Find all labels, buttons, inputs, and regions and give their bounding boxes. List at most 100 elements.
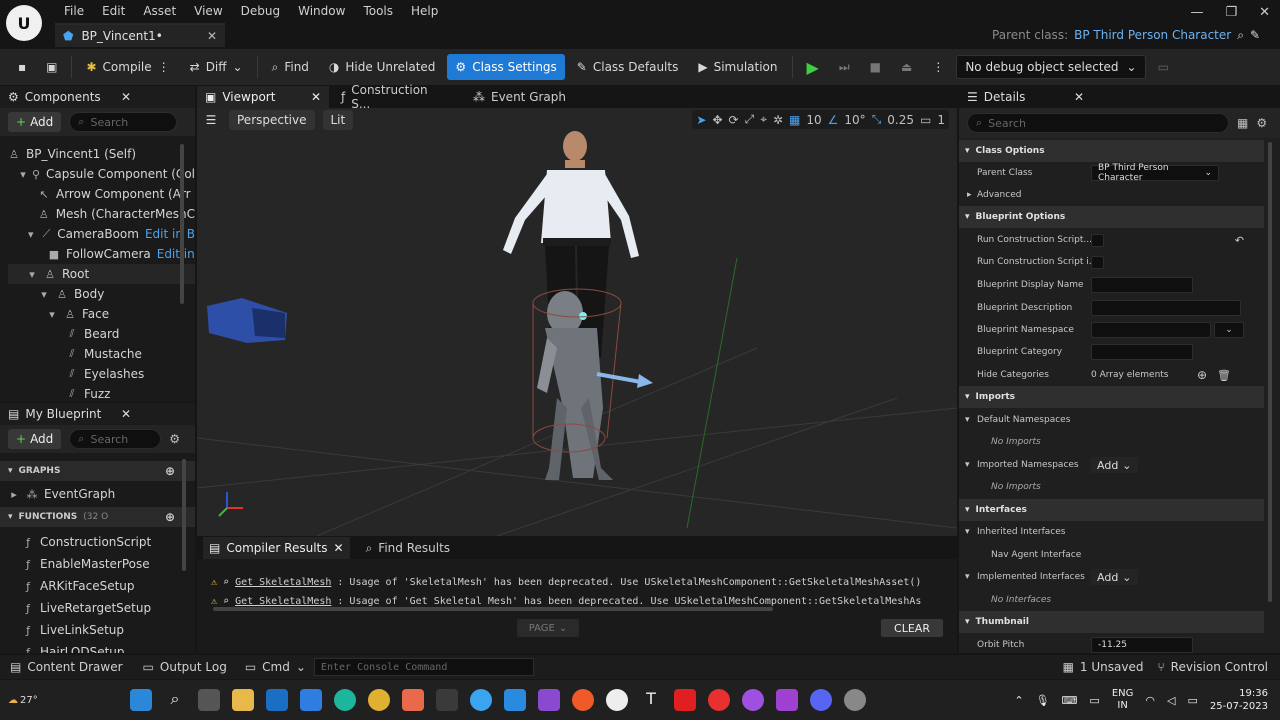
parent-class-link[interactable]: BP Third Person Character — [1074, 28, 1231, 43]
console-input[interactable]: Enter Console Command — [313, 658, 534, 676]
menu-edit[interactable]: Edit — [93, 2, 134, 20]
battery-icon[interactable]: ▭ — [1187, 694, 1197, 707]
display-name-input[interactable] — [1091, 277, 1193, 293]
rotate-tool-icon[interactable]: ⟳ — [729, 113, 739, 127]
unreal-logo-icon[interactable]: U — [6, 5, 42, 41]
page-button[interactable]: PAGE ⌄ — [517, 619, 579, 637]
visual-studio-icon[interactable] — [538, 689, 560, 711]
app-icon[interactable] — [572, 689, 594, 711]
coordinate-icon[interactable]: ⌖ — [760, 112, 767, 127]
hide-unrelated-button[interactable]: ◑ Hide Unrelated — [321, 54, 444, 80]
display-icon[interactable]: ▭ — [1089, 694, 1099, 707]
tree-item[interactable]: ⫽ Mustache — [8, 344, 195, 364]
grid-snap-value[interactable]: 10 — [806, 113, 821, 127]
grid-snap-icon[interactable]: ▦ — [789, 113, 800, 127]
close-tab-icon[interactable]: ✕ — [334, 541, 344, 555]
tab-find-results[interactable]: ⌕ Find Results — [366, 541, 450, 556]
thumbnail-category[interactable]: ▾ Thumbnail — [959, 611, 1264, 633]
start-icon[interactable] — [130, 689, 152, 711]
add-member-button[interactable]: + Add — [8, 429, 62, 449]
step-icon[interactable]: ⏭ — [831, 54, 858, 80]
tree-item[interactable]: ⫽ Beard — [8, 324, 195, 344]
document-tab[interactable]: ⬟ BP_Vincent1• ✕ — [55, 23, 225, 47]
components-scrollbar[interactable] — [180, 144, 184, 304]
add-element-icon[interactable]: ⊕ — [1197, 368, 1207, 382]
clock[interactable]: 19:36 25-07-2023 — [1210, 687, 1268, 713]
menu-help[interactable]: Help — [402, 2, 447, 20]
property-row[interactable]: ▾ Inherited Interfaces — [959, 521, 1264, 543]
menu-window[interactable]: Window — [289, 2, 354, 20]
menu-view[interactable]: View — [185, 2, 231, 20]
namespace-dropdown[interactable]: ⌄ — [1214, 322, 1244, 338]
language-indicator[interactable]: ENG IN — [1112, 688, 1134, 712]
property-row[interactable]: ▾ Default Namespaces — [959, 409, 1264, 431]
youtube-icon[interactable] — [674, 689, 696, 711]
minimize-icon[interactable]: — — [1190, 5, 1203, 20]
checkbox[interactable] — [1091, 233, 1104, 247]
simulation-button[interactable]: ▶ Simulation — [690, 54, 785, 80]
microphone-icon[interactable]: 🎙 — [1036, 694, 1050, 707]
lit-button[interactable]: Lit — [322, 110, 354, 130]
close-panel-icon[interactable]: ✕ — [1074, 90, 1084, 104]
clear-button[interactable]: CLEAR — [881, 619, 943, 637]
tab-compiler-results[interactable]: ▤ Compiler Results ✕ — [203, 537, 350, 559]
surface-snap-icon[interactable]: ✲ — [773, 113, 783, 127]
save-icon[interactable]: ▪ — [10, 54, 34, 80]
table-view-icon[interactable]: ▦ — [1237, 116, 1248, 130]
wifi-icon[interactable]: ◠ — [1145, 694, 1155, 707]
search-icon[interactable]: ⌕ — [164, 689, 186, 711]
settings-icon[interactable] — [844, 689, 866, 711]
search-icon[interactable]: ⌕ — [1237, 28, 1244, 43]
outlook-icon[interactable] — [266, 689, 288, 711]
rotation-snap-icon[interactable]: ∠ — [828, 113, 839, 127]
list-item[interactable]: ▸ ⁂ EventGraph — [0, 481, 195, 507]
tree-item[interactable]: ⫽ Eyelashes — [8, 364, 195, 384]
blueprint-options-category[interactable]: ▾ Blueprint Options — [959, 206, 1264, 228]
reset-icon[interactable]: ↶ — [1235, 234, 1244, 247]
gear-icon[interactable]: ⚙ — [1256, 116, 1267, 130]
functions-category[interactable]: ▾ FUNCTIONS (32 O ⊕ — [0, 507, 195, 527]
menu-icon[interactable]: ☰ — [201, 110, 221, 130]
interfaces-category[interactable]: ▾ Interfaces — [959, 499, 1264, 521]
details-search-input[interactable]: ⌕ Search — [967, 113, 1229, 133]
edit-icon[interactable]: ✎ — [1250, 28, 1260, 43]
scale-snap-icon[interactable]: ⤡ — [872, 112, 882, 127]
todo-icon[interactable] — [300, 689, 322, 711]
graphs-category[interactable]: ▾ GRAPHS ⊕ — [0, 461, 195, 481]
tree-item[interactable]: ▾ ♙ Face — [8, 304, 195, 324]
media-icon[interactable] — [708, 689, 730, 711]
chrome-icon[interactable] — [368, 689, 390, 711]
volume-icon[interactable]: ◁ — [1167, 694, 1175, 707]
my-blueprint-scrollbar[interactable] — [182, 459, 186, 571]
camera-speed-icon[interactable]: ▭ — [920, 113, 931, 127]
rotation-snap-value[interactable]: 10° — [844, 113, 865, 127]
scale-tool-icon[interactable]: ⤢ — [745, 112, 755, 127]
tree-item[interactable]: ♙ Mesh (CharacterMeshC — [8, 204, 195, 224]
add-component-button[interactable]: + Add — [8, 112, 62, 132]
my-blueprint-search-input[interactable]: ⌕ Search — [69, 429, 162, 449]
find-button[interactable]: ⌕ Find — [264, 54, 317, 80]
tree-item[interactable]: ↖ Arrow Component (Arr — [8, 184, 195, 204]
compile-button[interactable]: ✱ Compile ⋮ — [78, 54, 177, 80]
browse-icon[interactable]: ▣ — [38, 54, 65, 80]
diff-button[interactable]: ⇄ Diff ⌄ — [182, 54, 251, 80]
unsaved-button[interactable]: ▦ 1 Unsaved — [1053, 660, 1154, 674]
namespace-input[interactable] — [1091, 322, 1211, 338]
app-icon[interactable] — [470, 689, 492, 711]
gear-icon[interactable]: ⚙ — [169, 432, 180, 446]
output-log-button[interactable]: ▭ Output Log — [133, 660, 237, 674]
close-window-icon[interactable]: ✕ — [1259, 5, 1270, 20]
tree-item[interactable]: ♙ BP_Vincent1 (Self) — [8, 144, 195, 164]
cmd-button[interactable]: ▭ Cmd ⌄ — [237, 660, 314, 674]
tab-event-graph[interactable]: ⁂ Event Graph — [461, 86, 578, 108]
add-graph-icon[interactable]: ⊕ — [165, 464, 175, 478]
horizontal-scrollbar[interactable] — [213, 607, 773, 611]
terminal-icon[interactable] — [436, 689, 458, 711]
list-item[interactable]: ƒ HairLODSetup — [0, 641, 195, 653]
details-scrollbar[interactable] — [1268, 142, 1272, 602]
debug-object-select[interactable]: No debug object selected ⌄ — [956, 55, 1146, 79]
store-icon[interactable] — [402, 689, 424, 711]
category-input[interactable] — [1091, 344, 1193, 360]
list-item[interactable]: ƒ LiveRetargetSetup — [0, 597, 195, 619]
content-drawer-button[interactable]: ▤ Content Drawer — [0, 660, 133, 674]
